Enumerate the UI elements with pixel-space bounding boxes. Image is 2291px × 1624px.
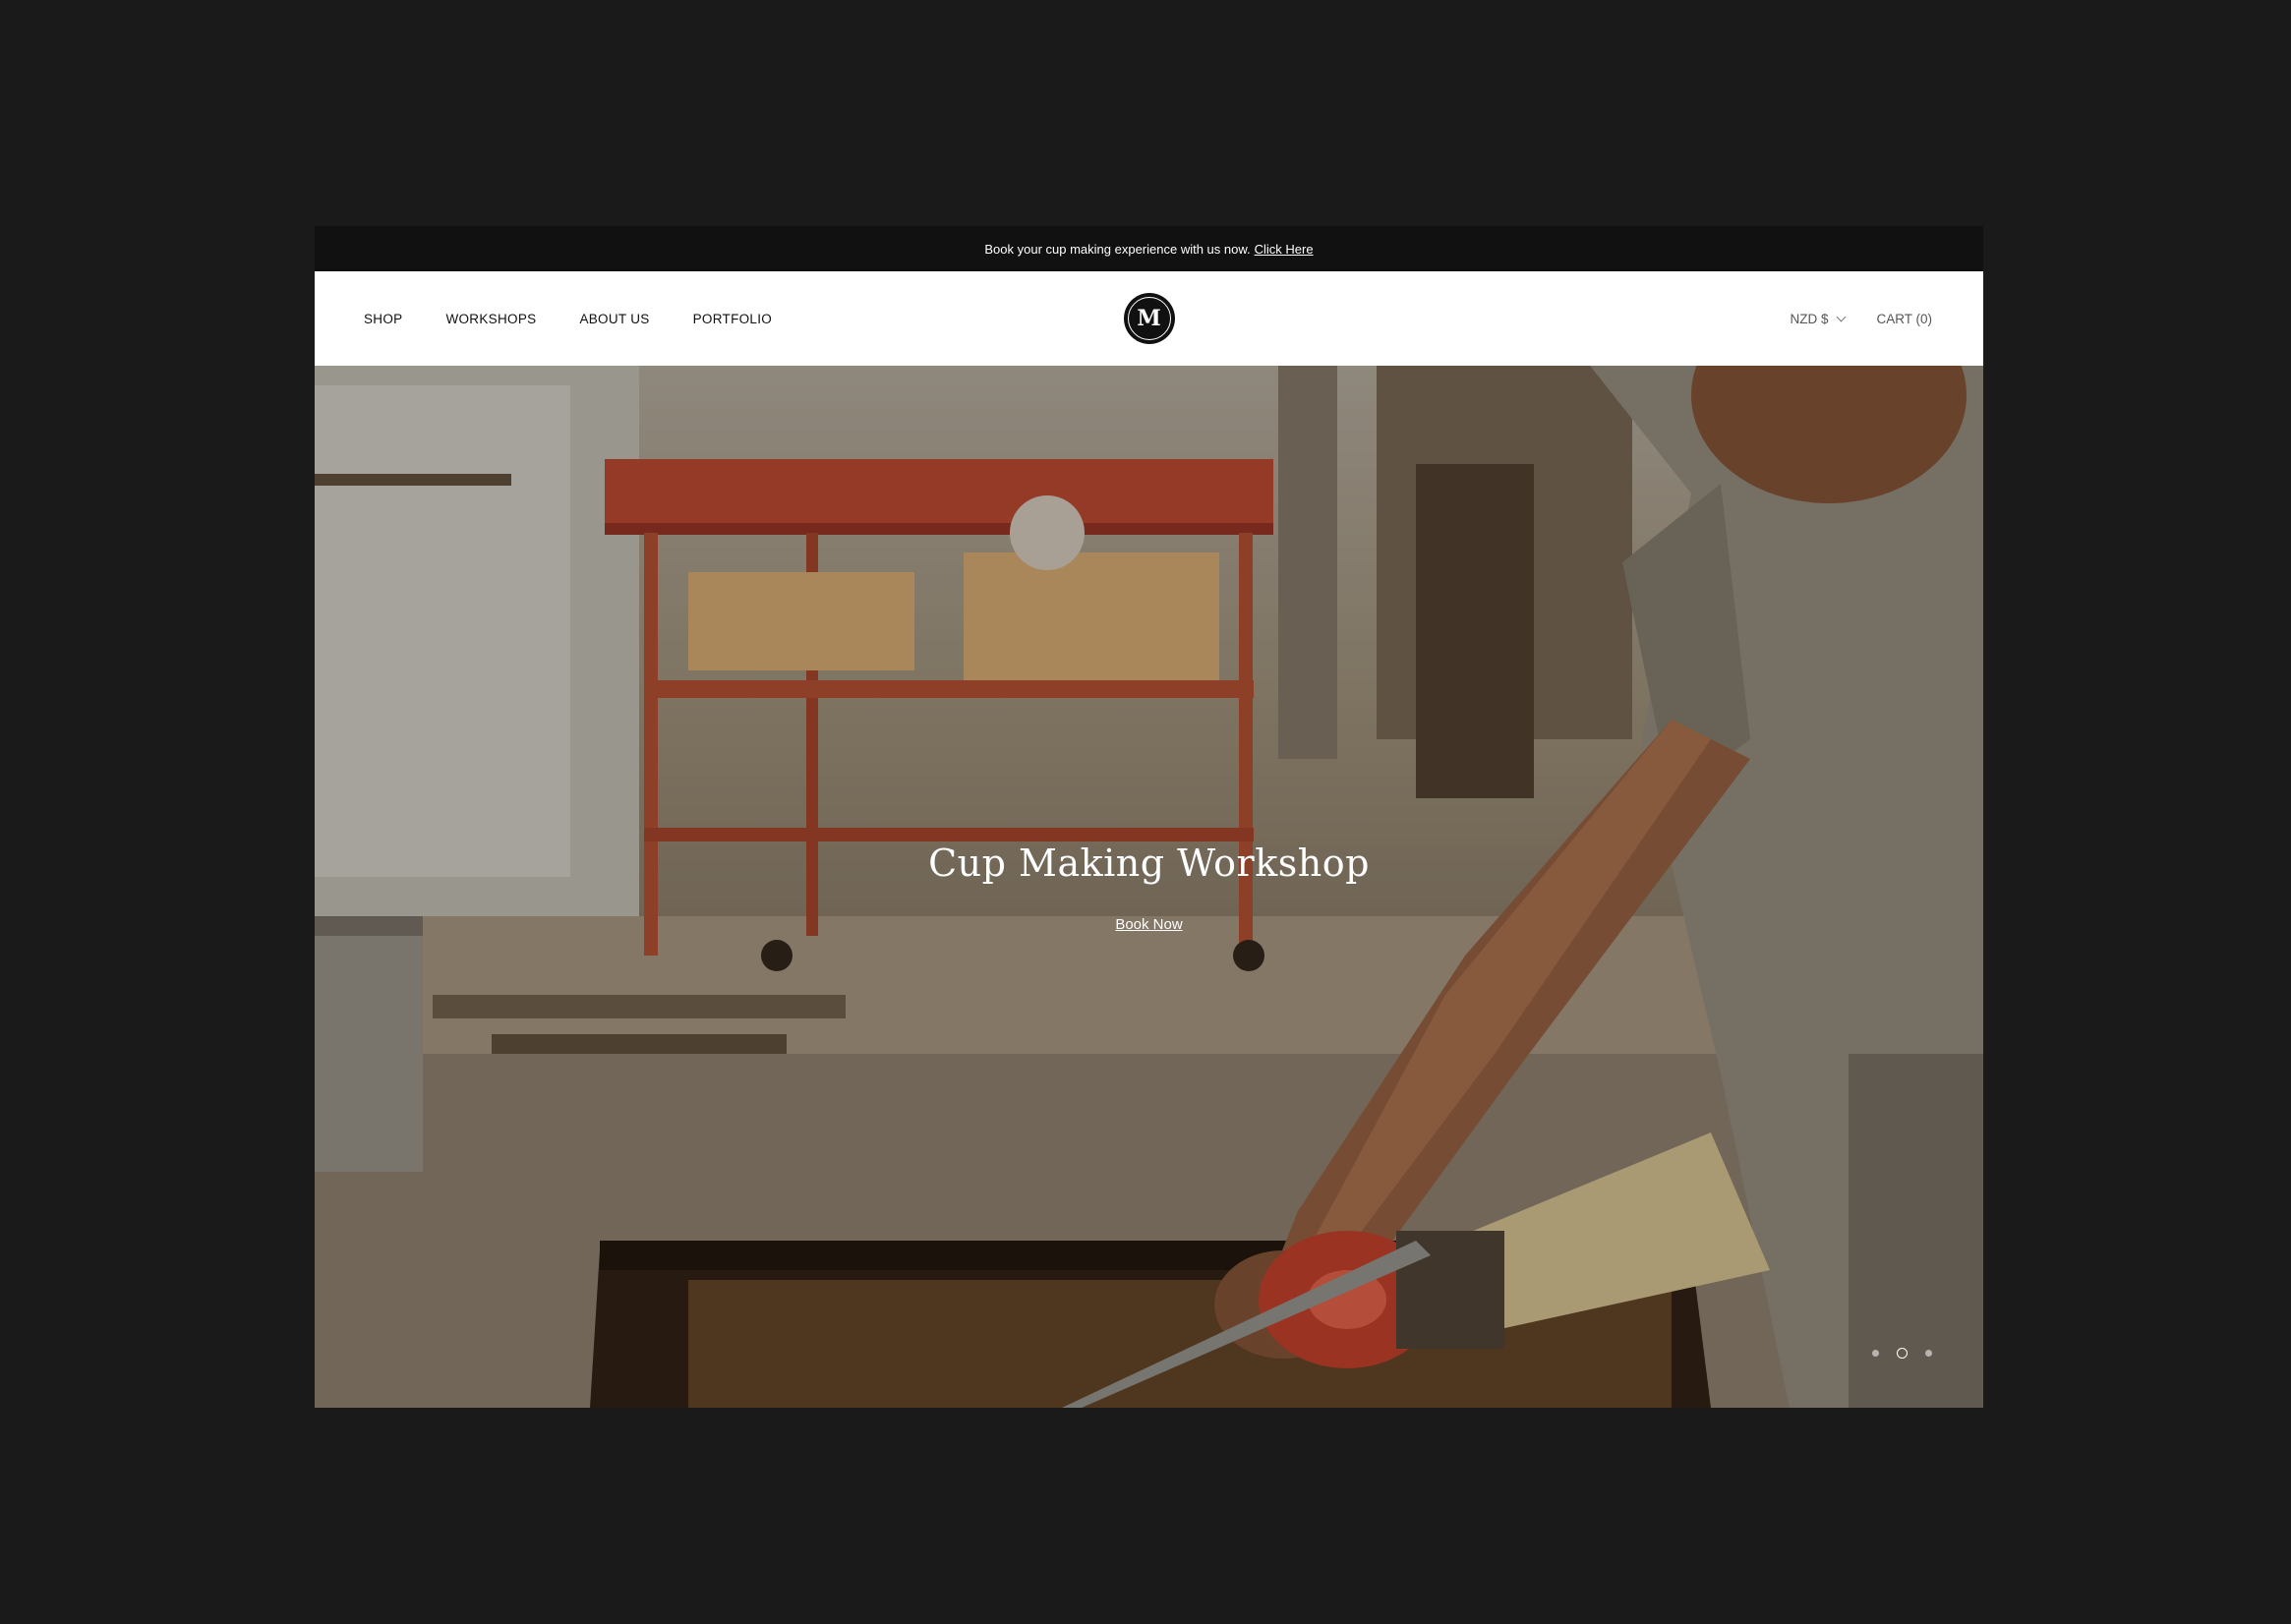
slide-dot-3[interactable] <box>1925 1350 1932 1357</box>
browser-window: Book your cup making experience with us … <box>315 226 1983 1408</box>
nav-item-workshops[interactable]: WORKSHOPS <box>445 312 536 326</box>
slide-dot-2[interactable] <box>1897 1348 1908 1359</box>
hero-cta: Book Now <box>315 916 1983 934</box>
book-now-link[interactable]: Book Now <box>1115 916 1182 933</box>
nav-item-about-us[interactable]: ABOUT US <box>579 312 649 326</box>
currency-label: NZD $ <box>1790 311 1829 326</box>
cart-link[interactable]: CART (0) <box>1876 312 1932 326</box>
slide-dots <box>1872 1348 1932 1359</box>
site-header: SHOP WORKSHOPS ABOUT US PORTFOLIO M NZD … <box>315 271 1983 366</box>
logo-letter: M <box>1127 297 1171 340</box>
nav-item-portfolio[interactable]: PORTFOLIO <box>693 312 772 326</box>
hero-slideshow: Cup Making Workshop Book Now <box>315 366 1983 1408</box>
announcement-link[interactable]: Click Here <box>1255 242 1314 257</box>
hero-overlay <box>315 366 1983 1408</box>
site-logo[interactable]: M <box>1123 293 1175 344</box>
chevron-down-icon <box>1837 312 1847 321</box>
announcement-text: Book your cup making experience with us … <box>984 241 1251 257</box>
header-actions: NZD $ CART (0) <box>1790 312 1932 326</box>
nav-item-shop[interactable]: SHOP <box>364 312 402 326</box>
hero-title: Cup Making Workshop <box>928 841 1370 885</box>
main-nav: SHOP WORKSHOPS ABOUT US PORTFOLIO <box>364 312 772 326</box>
currency-selector[interactable]: NZD $ <box>1790 311 1847 326</box>
slide-dot-1[interactable] <box>1872 1350 1879 1357</box>
announcement-bar: Book your cup making experience with us … <box>315 226 1983 271</box>
